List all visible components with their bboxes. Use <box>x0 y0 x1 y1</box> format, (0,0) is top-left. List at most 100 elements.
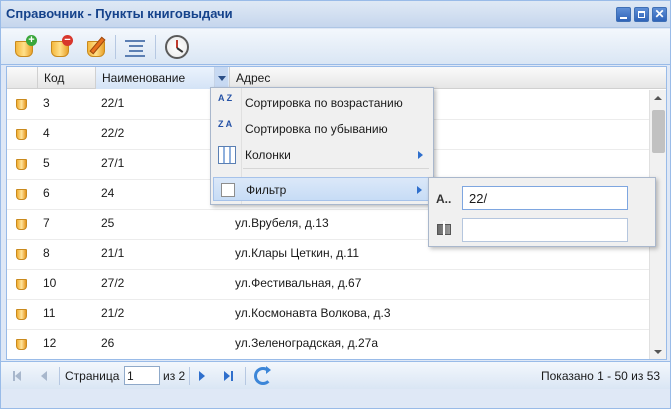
menu-item-label: Сортировка по убыванию <box>245 122 388 136</box>
column-menu: A Z Сортировка по возрастанию Z A Сортир… <box>210 87 434 205</box>
cell-code: 10 <box>43 276 57 290</box>
filter-checkbox[interactable] <box>221 183 235 197</box>
page-number-input[interactable] <box>124 366 160 385</box>
paging-toolbar: Страница из 2 Показано 1 - 50 из 53 <box>1 361 670 389</box>
cup-icon <box>16 309 27 320</box>
list-view-button[interactable] <box>119 32 149 62</box>
edit-button[interactable] <box>81 32 111 62</box>
row-icon-cell <box>7 300 37 330</box>
history-clock-icon <box>165 35 189 59</box>
page-label: Страница <box>65 369 120 383</box>
cell-address: ул.Фестивальная, д.67 <box>235 276 362 290</box>
row-icon-cell <box>7 270 37 300</box>
row-icon-cell <box>7 180 37 210</box>
cell-code: 6 <box>43 186 50 200</box>
window-title: Справочник - Пункты книговыдачи <box>6 6 233 21</box>
first-page-icon[interactable] <box>11 369 25 383</box>
minimize-icon <box>620 17 627 19</box>
text-filter-input[interactable] <box>462 186 628 210</box>
cell-code: 7 <box>43 216 50 230</box>
submenu-arrow-icon <box>417 186 422 194</box>
header-icon-column <box>7 67 38 89</box>
cell-code: 5 <box>43 156 50 170</box>
row-icon-cell <box>7 90 37 120</box>
row-icon-cell <box>7 120 37 150</box>
menu-item-filter[interactable]: Фильтр <box>213 177 431 201</box>
grid-header: Код Наименование Адрес <box>7 67 666 89</box>
filter-submenu: A.. <box>428 177 656 247</box>
column-menu-trigger[interactable] <box>214 67 228 89</box>
history-button[interactable] <box>162 32 192 62</box>
header-address[interactable]: Адрес <box>230 67 666 89</box>
last-page-icon[interactable] <box>221 369 235 383</box>
header-name[interactable]: Наименование <box>96 67 230 89</box>
close-icon: ✕ <box>654 7 665 21</box>
cell-name: 21/1 <box>101 246 125 260</box>
menu-item-sort-asc[interactable]: A Z Сортировка по возрастанию <box>213 91 431 115</box>
plus-badge-icon: + <box>26 35 37 46</box>
maximize-icon <box>638 11 645 18</box>
cup-icon <box>16 99 27 110</box>
toolbar: + − <box>1 29 670 65</box>
columns-icon <box>218 146 236 164</box>
toolbar-separator <box>115 35 116 59</box>
cup-icon <box>16 159 27 170</box>
menu-item-label: Фильтр <box>246 183 287 197</box>
sort-ascending-icon: A Z <box>218 93 233 103</box>
row-icon-cell <box>7 330 37 359</box>
cup-icon <box>16 339 27 350</box>
cell-address: ул.Космонавта Волкова, д.3 <box>235 306 391 320</box>
cell-code: 3 <box>43 96 50 110</box>
scroll-thumb[interactable] <box>652 110 665 153</box>
cup-icon <box>16 249 27 260</box>
maximize-button[interactable] <box>634 7 649 22</box>
add-button[interactable]: + <box>9 32 39 62</box>
minus-badge-icon: − <box>62 35 73 46</box>
table-row[interactable]: 10 27/2 ул.Фестивальная, д.67 <box>7 270 649 300</box>
text-filter-icon: A.. <box>436 192 452 206</box>
menu-item-columns[interactable]: Колонки <box>213 143 431 167</box>
header-code[interactable]: Код <box>38 67 96 89</box>
table-row[interactable]: 11 21/2 ул.Космонавта Волкова, д.3 <box>7 300 649 330</box>
pager-separator <box>189 367 190 385</box>
menu-separator <box>243 168 429 169</box>
scroll-up-icon[interactable] <box>650 90 666 106</box>
minimize-button[interactable] <box>616 7 631 22</box>
menu-item-label: Сортировка по возрастанию <box>245 96 403 110</box>
cell-name: 26 <box>101 336 115 350</box>
cell-name: 27/2 <box>101 276 125 290</box>
cell-code: 4 <box>43 126 50 140</box>
sort-descending-icon: Z A <box>218 119 233 129</box>
pager-separator <box>59 367 60 385</box>
cell-code: 12 <box>43 336 57 350</box>
refresh-icon[interactable] <box>254 366 272 385</box>
header-name-label: Наименование <box>102 71 186 85</box>
menu-item-sort-desc[interactable]: Z A Сортировка по убыванию <box>213 117 431 141</box>
cell-name: 21/2 <box>101 306 125 320</box>
list-filter-icon <box>437 221 451 235</box>
cell-address: ул.Зеленоградская, д.27а <box>235 336 379 350</box>
submenu-arrow-icon <box>418 151 423 159</box>
scroll-down-icon[interactable] <box>650 344 666 359</box>
row-icon-cell <box>7 210 37 240</box>
cup-icon <box>16 279 27 290</box>
page-count: из 2 <box>163 369 186 383</box>
toolbar-separator <box>155 35 156 59</box>
cell-code: 11 <box>43 306 56 320</box>
delete-button[interactable]: − <box>45 32 75 62</box>
row-icon-cell <box>7 240 37 270</box>
pager-separator <box>245 367 246 385</box>
list-view-icon <box>125 40 145 57</box>
table-row[interactable]: 12 26 ул.Зеленоградская, д.27а <box>7 330 649 359</box>
row-icon-cell <box>7 150 37 180</box>
title-bar[interactable]: Справочник - Пункты книговыдачи ✕ <box>1 1 670 28</box>
cup-icon <box>16 129 27 140</box>
list-filter-input[interactable] <box>462 218 628 242</box>
prev-page-icon[interactable] <box>37 369 51 383</box>
cell-name: 25 <box>101 216 115 230</box>
close-button[interactable]: ✕ <box>652 7 667 22</box>
menu-item-label: Колонки <box>245 148 291 162</box>
cell-code: 8 <box>43 246 50 260</box>
paging-summary: Показано 1 - 50 из 53 <box>541 369 661 383</box>
next-page-icon[interactable] <box>195 369 209 383</box>
